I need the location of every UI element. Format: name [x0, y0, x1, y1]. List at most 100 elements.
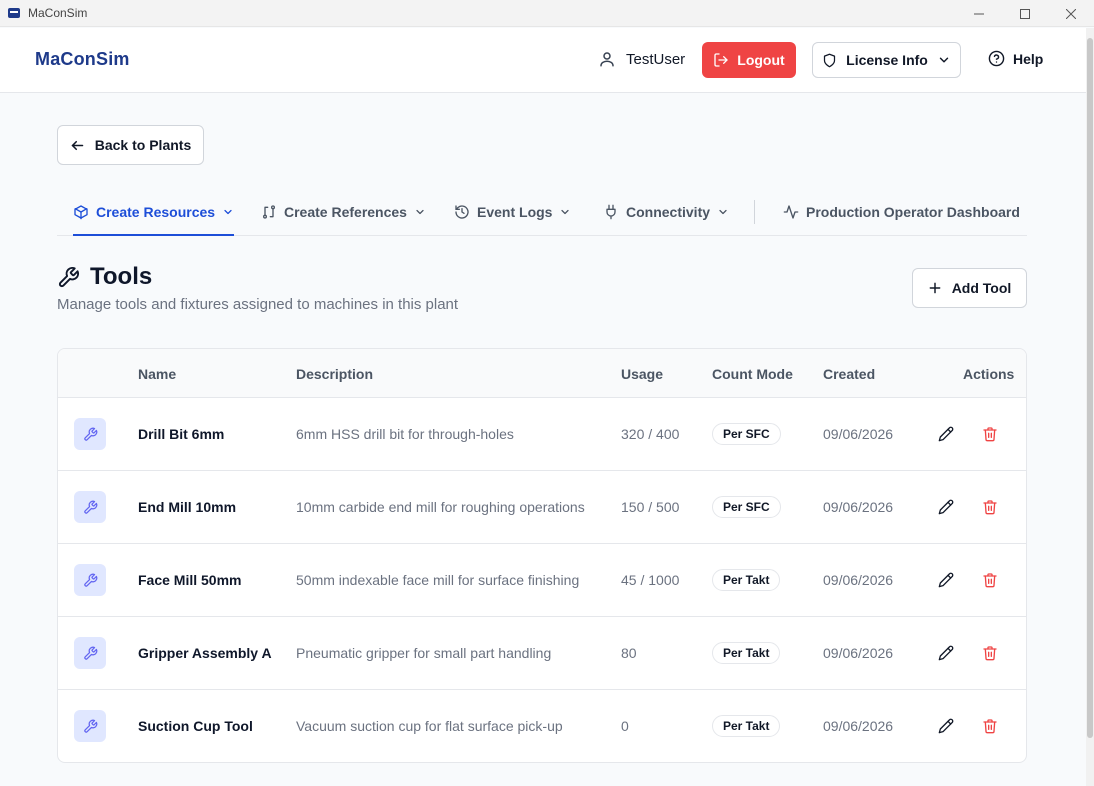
logout-button[interactable]: Logout: [702, 42, 796, 78]
tool-icon: [74, 418, 106, 450]
tool-description: Vacuum suction cup for flat surface pick…: [296, 718, 563, 734]
user-icon: [600, 52, 614, 67]
column-header-usage: Usage: [621, 366, 664, 382]
tool-description: Pneumatic gripper for small part handlin…: [296, 645, 552, 661]
app-logo[interactable]: MaConSim: [35, 49, 130, 70]
plug-icon: [606, 204, 616, 220]
close-icon[interactable]: [1048, 0, 1094, 27]
delete-tool-button[interactable]: [980, 497, 1000, 517]
tab-create-references[interactable]: Create References: [261, 189, 426, 235]
count-mode-badge: Per Takt: [712, 642, 781, 664]
help-label: Help: [1013, 50, 1044, 67]
count-mode-badge: Per SFC: [712, 423, 781, 445]
chevron-down-icon: [939, 57, 949, 63]
tab-label: Connectivity: [626, 204, 711, 220]
tool-icon: [74, 491, 106, 523]
tab-label: Create Resources: [96, 204, 216, 220]
page-subtitle: Manage tools and fixtures assigned to ma…: [57, 296, 459, 313]
add-tool-button[interactable]: Add Tool: [912, 268, 1027, 308]
edit-tool-button[interactable]: [936, 643, 956, 663]
tab-label: Event Logs: [477, 204, 553, 220]
license-info-label: License Info: [846, 52, 928, 68]
scrollbar-thumb[interactable]: [1087, 38, 1093, 738]
wrench-icon: [83, 646, 97, 660]
chevron-down-icon: [561, 209, 570, 215]
app-icon: [8, 8, 20, 18]
help-icon: [988, 50, 1005, 67]
tab-label: Production Operator Dashboard: [806, 204, 1020, 220]
pencil-icon: [938, 426, 954, 442]
tool-icon: [74, 637, 106, 669]
edit-tool-button[interactable]: [936, 570, 956, 590]
table-header: Name Description Usage Count Mode Create…: [58, 349, 1026, 398]
page-scrollbar[interactable]: [1086, 28, 1094, 786]
pencil-icon: [938, 645, 954, 661]
wrench-icon: [83, 719, 97, 733]
tool-description: 50mm indexable face mill for surface fin…: [296, 572, 580, 588]
count-mode-badge: Per Takt: [712, 569, 781, 591]
window-titlebar: MaConSim: [0, 0, 1094, 27]
back-label: Back to Plants: [94, 137, 192, 153]
tab-connectivity[interactable]: Connectivity: [603, 189, 729, 235]
tool-icon: [74, 564, 106, 596]
tool-name: Gripper Assembly A: [138, 645, 272, 661]
tab-label: Create References: [284, 204, 407, 220]
wrench-icon: [83, 500, 97, 514]
table-row: Face Mill 50mm 50mm indexable face mill …: [58, 544, 1026, 617]
app-header: MaConSim TestUser Logout License Info He…: [0, 28, 1086, 93]
user-info: TestUser: [598, 50, 685, 68]
tool-description: 10mm carbide end mill for roughing opera…: [296, 499, 585, 515]
cube-icon: [74, 205, 88, 220]
table-row: Suction Cup Tool Vacuum suction cup for …: [58, 690, 1026, 762]
activity-icon: [783, 205, 799, 219]
column-header-actions: Actions: [963, 366, 1015, 382]
license-info-button[interactable]: License Info: [812, 42, 961, 78]
tool-usage: 45 / 1000: [621, 572, 680, 588]
minimize-icon[interactable]: [956, 0, 1002, 27]
count-mode-badge: Per SFC: [712, 496, 781, 518]
tool-icon: [74, 710, 106, 742]
history-icon: [455, 205, 469, 219]
edit-tool-button[interactable]: [936, 424, 956, 444]
tool-usage: 80: [621, 645, 637, 661]
page-title: Tools: [57, 263, 152, 291]
edit-tool-button[interactable]: [936, 716, 956, 736]
add-tool-label: Add Tool: [951, 280, 1012, 296]
chevron-down-icon: [416, 209, 424, 215]
tool-name: Face Mill 50mm: [138, 572, 242, 588]
tool-usage: 0: [621, 718, 629, 734]
tool-name: End Mill 10mm: [138, 499, 237, 515]
pencil-icon: [938, 718, 954, 734]
wrench-icon: [58, 266, 80, 287]
arrow-left-icon: [71, 140, 84, 150]
tool-created-date: 09/06/2026: [823, 499, 894, 515]
logout-icon: [714, 53, 728, 67]
trash-icon: [983, 573, 997, 588]
delete-tool-button[interactable]: [980, 570, 1000, 590]
pencil-icon: [938, 572, 954, 588]
tool-name: Suction Cup Tool: [138, 718, 253, 734]
edit-tool-button[interactable]: [936, 497, 956, 517]
column-header-created: Created: [823, 366, 876, 382]
window-title: MaConSim: [28, 6, 88, 20]
delete-tool-button[interactable]: [980, 643, 1000, 663]
tab-create-resources[interactable]: Create Resources: [73, 189, 235, 236]
delete-tool-button[interactable]: [980, 716, 1000, 736]
table-row: End Mill 10mm 10mm carbide end mill for …: [58, 471, 1026, 544]
resource-tabs: Create Resources Create References Event…: [57, 189, 1027, 236]
trash-icon: [983, 646, 997, 661]
window-controls: [956, 0, 1094, 27]
maximize-icon[interactable]: [1002, 0, 1048, 27]
trash-icon: [983, 500, 997, 515]
tool-usage: 150 / 500: [621, 499, 680, 515]
back-to-plants-button[interactable]: Back to Plants: [57, 125, 204, 165]
tab-production-operator-dashboard[interactable]: Production Operator Dashboard: [783, 189, 1020, 235]
delete-tool-button[interactable]: [980, 424, 1000, 444]
tool-created-date: 09/06/2026: [823, 426, 894, 442]
tab-event-logs[interactable]: Event Logs: [454, 189, 571, 235]
user-name: TestUser: [626, 50, 686, 68]
table-row: Drill Bit 6mm 6mm HSS drill bit for thro…: [58, 398, 1026, 471]
tool-name: Drill Bit 6mm: [138, 426, 225, 442]
tool-description: 6mm HSS drill bit for through-holes: [296, 426, 514, 442]
help-button[interactable]: Help: [988, 50, 1043, 67]
